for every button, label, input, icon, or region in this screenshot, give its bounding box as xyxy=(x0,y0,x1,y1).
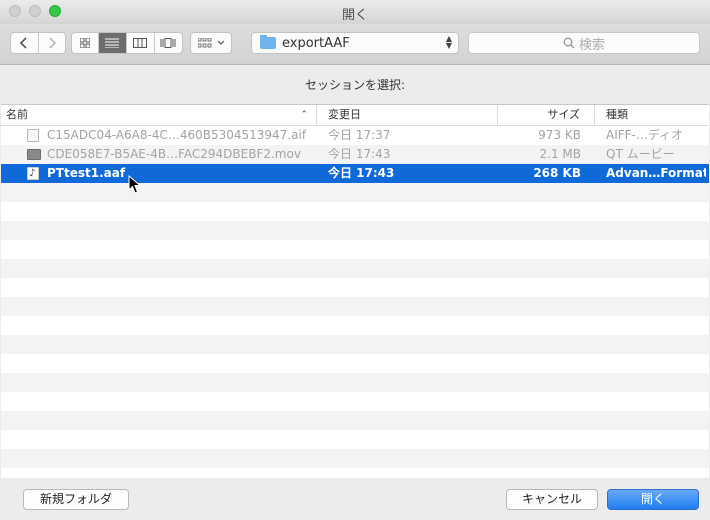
file-date: 今日 17:43 xyxy=(328,147,391,161)
file-row[interactable]: CDE058E7-B5AE-4B…FAC294DBEBF2.mov 今日 17:… xyxy=(1,145,709,164)
new-folder-button[interactable]: 新規フォルダ xyxy=(23,489,129,510)
back-button[interactable] xyxy=(11,33,39,53)
empty-row xyxy=(1,240,709,259)
empty-row xyxy=(1,411,709,430)
file-size: 973 KB xyxy=(538,128,581,142)
chevron-left-icon xyxy=(20,37,27,49)
empty-row xyxy=(1,221,709,240)
chevron-down-icon xyxy=(217,40,224,45)
file-row-selected[interactable]: PTtest1.aaf 今日 17:43 268 KB Advan…Format xyxy=(1,164,709,183)
empty-row xyxy=(1,183,709,202)
column-header-kind[interactable]: 種類 xyxy=(595,105,709,125)
up-down-arrows-icon: ▲ ▼ xyxy=(445,34,452,50)
movie-file-icon xyxy=(27,149,41,160)
column-header-kind-label: 種類 xyxy=(606,108,628,121)
file-kind: AIFF-…ディオ xyxy=(606,128,684,142)
file-kind: Advan…Format xyxy=(606,166,706,180)
dialog-prompt: セッションを選択: xyxy=(304,78,406,92)
search-placeholder: 検索 xyxy=(578,37,605,53)
empty-row xyxy=(1,259,709,278)
search-icon xyxy=(563,37,575,49)
mouse-pointer-icon xyxy=(128,175,142,194)
column-header-date-label: 変更日 xyxy=(328,108,361,121)
folder-icon xyxy=(260,35,276,49)
arrange-button[interactable] xyxy=(190,32,232,54)
search-field[interactable]: 検索 xyxy=(468,32,700,54)
empty-row xyxy=(1,335,709,354)
chevron-right-icon xyxy=(49,37,56,49)
navigation-buttons xyxy=(10,32,66,54)
file-name: C15ADC04-A6A8-4C…460B5304513947.aif xyxy=(47,128,307,142)
empty-row xyxy=(1,202,709,221)
file-size: 268 KB xyxy=(533,166,581,180)
location-label: exportAAF xyxy=(282,36,350,51)
cover-flow-button[interactable] xyxy=(155,33,182,53)
aaf-file-icon xyxy=(27,164,39,183)
arrange-grid-icon xyxy=(197,38,211,48)
file-date: 今日 17:43 xyxy=(328,166,395,180)
list-icon xyxy=(105,38,120,48)
view-mode-selector xyxy=(71,32,183,54)
empty-row xyxy=(1,449,709,468)
icon-view-button[interactable] xyxy=(72,33,99,53)
toolbar: exportAAF ▲ ▼ 検索 xyxy=(0,24,710,65)
file-rows: C15ADC04-A6A8-4C…460B5304513947.aif 今日 1… xyxy=(1,126,709,479)
empty-row xyxy=(1,354,709,373)
column-header-size-label: サイズ xyxy=(547,108,580,121)
window-title: 開く xyxy=(341,8,368,23)
dialog-footer: 新規フォルダ キャンセル 開く xyxy=(0,478,710,520)
file-name: PTtest1.aaf xyxy=(47,166,126,180)
list-header: 名前 ⌃ 変更日 サイズ 種類 xyxy=(1,105,709,126)
empty-row xyxy=(1,373,709,392)
empty-row xyxy=(1,316,709,335)
column-header-name[interactable]: 名前 ⌃ xyxy=(1,105,317,125)
grid-icon xyxy=(79,38,90,48)
empty-row xyxy=(1,278,709,297)
file-size: 2.1 MB xyxy=(539,147,581,161)
sort-ascending-icon: ⌃ xyxy=(300,110,308,120)
cancel-button[interactable]: キャンセル xyxy=(506,489,598,510)
file-date: 今日 17:37 xyxy=(328,128,391,142)
empty-row xyxy=(1,297,709,316)
forward-button[interactable] xyxy=(39,33,66,53)
columns-icon xyxy=(133,38,148,48)
file-name: CDE058E7-B5AE-4B…FAC294DBEBF2.mov xyxy=(47,147,301,161)
cover-flow-icon xyxy=(160,38,176,48)
open-button[interactable]: 開く xyxy=(607,489,699,510)
list-view-button[interactable] xyxy=(98,33,127,53)
file-list: 名前 ⌃ 変更日 サイズ 種類 C15ADC04-A6A8-4C…460B530… xyxy=(1,104,709,480)
empty-row xyxy=(1,392,709,411)
file-kind: QT ムービー xyxy=(606,147,675,161)
audio-file-icon xyxy=(27,129,39,142)
column-header-size[interactable]: サイズ xyxy=(498,105,595,125)
column-header-name-label: 名前 xyxy=(6,108,28,121)
column-header-date[interactable]: 変更日 xyxy=(317,105,498,125)
location-popup[interactable]: exportAAF ▲ ▼ xyxy=(251,32,459,54)
empty-row xyxy=(1,430,709,449)
column-view-button[interactable] xyxy=(127,33,155,53)
title-bar: 開く xyxy=(0,0,710,24)
file-row[interactable]: C15ADC04-A6A8-4C…460B5304513947.aif 今日 1… xyxy=(1,126,709,145)
